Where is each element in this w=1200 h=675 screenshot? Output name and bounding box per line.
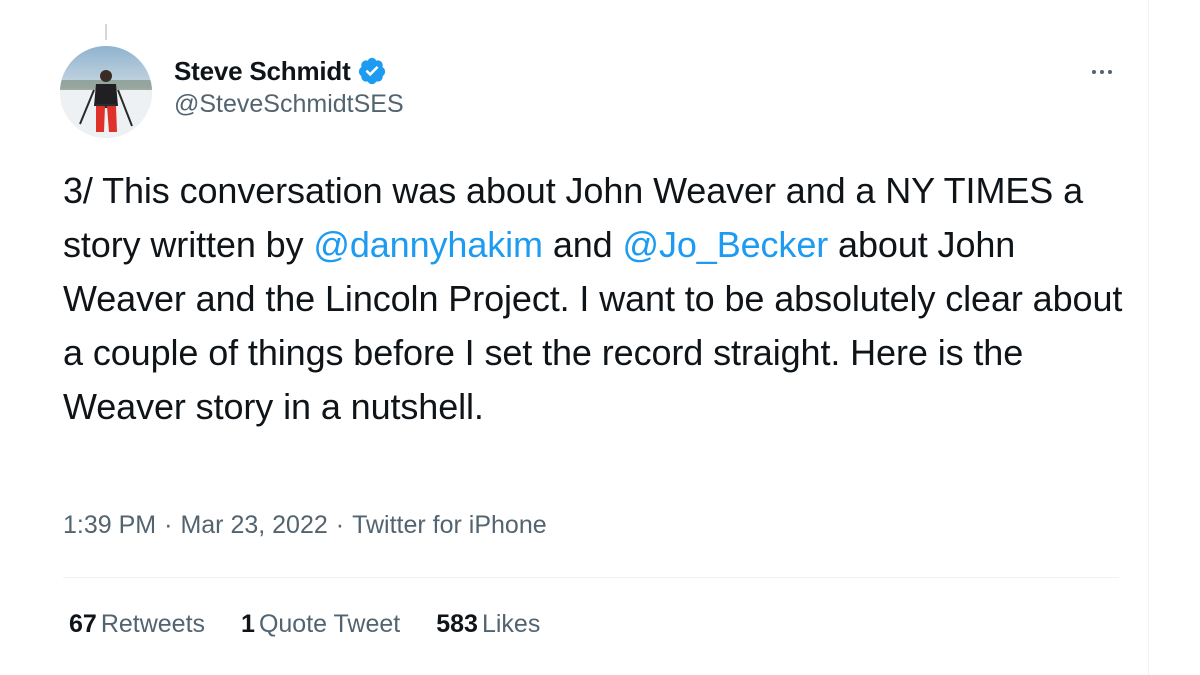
quote-tweets-count: 1	[241, 610, 255, 638]
more-options-icon	[1092, 70, 1096, 74]
tweet-time[interactable]: 1:39 PM	[63, 511, 156, 539]
meta-separator: ·	[164, 511, 173, 539]
avatar[interactable]	[60, 46, 152, 138]
tweet-header: Steve Schmidt @SteveSchmidtSES	[174, 54, 404, 119]
column-border	[1148, 0, 1149, 675]
tweet-source-link[interactable]: Twitter for iPhone	[352, 511, 547, 539]
tweet-text-segment: and	[542, 224, 623, 265]
quote-tweets-stat[interactable]: 1 Quote Tweet	[241, 610, 400, 639]
likes-label: Likes	[481, 610, 541, 638]
more-options-button[interactable]	[1080, 58, 1124, 86]
verified-badge-icon	[357, 56, 387, 86]
author-display-name[interactable]: Steve Schmidt	[174, 56, 351, 87]
more-options-icon-dot	[1100, 70, 1104, 74]
mention-link[interactable]: @Jo_Becker	[623, 224, 829, 265]
divider	[63, 577, 1119, 578]
likes-stat[interactable]: 583 Likes	[436, 610, 540, 639]
tweet-metadata: 1:39 PM · Mar 23, 2022 · Twitter for iPhone	[63, 511, 547, 540]
mention-link[interactable]: @dannyhakim	[313, 224, 543, 265]
engagement-stats: 67 Retweets 1 Quote Tweet 583 Likes	[69, 610, 540, 639]
tweet-text: 3/ This conversation was about John Weav…	[63, 164, 1133, 434]
retweets-label: Retweets	[100, 610, 206, 638]
retweets-stat[interactable]: 67 Retweets	[69, 610, 205, 639]
likes-count: 583	[436, 610, 478, 638]
avatar-photo	[60, 46, 152, 138]
more-options-icon-dot	[1108, 70, 1112, 74]
tweet-date[interactable]: Mar 23, 2022	[180, 511, 327, 539]
thread-connector-line	[105, 24, 107, 40]
author-handle[interactable]: @SteveSchmidtSES	[174, 90, 404, 119]
meta-separator: ·	[335, 511, 345, 539]
name-row: Steve Schmidt	[174, 54, 404, 88]
retweets-count: 67	[69, 610, 97, 638]
quote-tweets-label: Quote Tweet	[258, 610, 401, 638]
